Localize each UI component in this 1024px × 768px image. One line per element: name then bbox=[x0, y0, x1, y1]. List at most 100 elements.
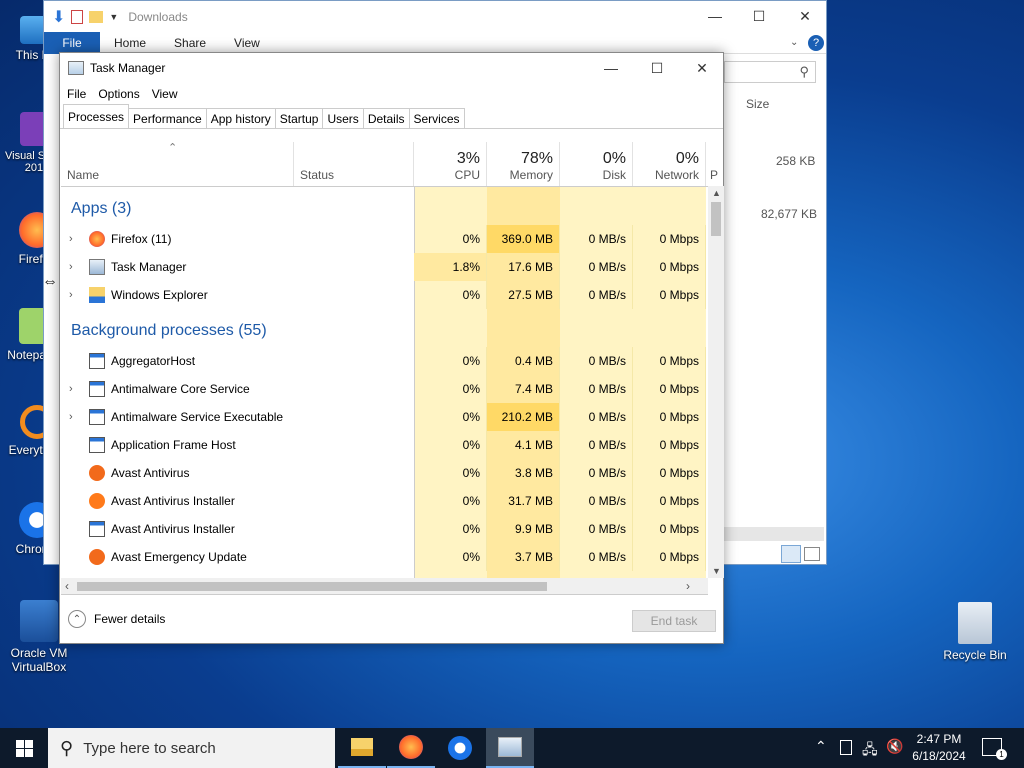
column-header-power[interactable]: P bbox=[706, 142, 724, 186]
tab-performance[interactable]: Performance bbox=[128, 108, 207, 128]
cpu-value: 0% bbox=[414, 543, 487, 571]
expand-chevron-icon[interactable]: › bbox=[69, 225, 73, 253]
task-manager-window[interactable]: Task Manager — ☐ ✕ File Options View Pro… bbox=[59, 52, 724, 644]
fewer-details-button[interactable]: ⌃ Fewer details bbox=[68, 610, 165, 628]
ribbon-tab-view[interactable]: View bbox=[234, 36, 260, 50]
process-list[interactable]: Apps (3) › Firefox (11) 0% 369.0 MB 0 MB… bbox=[61, 186, 708, 578]
task-manager-icon bbox=[68, 61, 84, 75]
properties-icon[interactable] bbox=[71, 9, 84, 24]
disk-value: 0 MB/s bbox=[560, 347, 633, 375]
column-header-name[interactable]: Name bbox=[61, 142, 294, 186]
desktop-icon-recycle-bin[interactable]: Recycle Bin bbox=[938, 602, 1012, 662]
tm-close-button[interactable]: ✕ bbox=[679, 53, 725, 83]
maximize-button[interactable]: ☐ bbox=[736, 1, 782, 31]
avast-icon bbox=[89, 465, 105, 481]
disk-value: 0 MB/s bbox=[560, 431, 633, 459]
search-placeholder: Type here to search bbox=[83, 739, 216, 757]
minimize-button[interactable]: — bbox=[692, 1, 738, 31]
service-window-icon bbox=[89, 437, 105, 453]
table-row[interactable]: › Windows Explorer 0% 27.5 MB 0 MB/s 0 M… bbox=[61, 281, 708, 309]
column-header-cpu[interactable]: 3% CPU bbox=[414, 142, 487, 186]
chevron-down-icon[interactable]: ⌄ bbox=[790, 37, 798, 48]
table-row[interactable]: › Antimalware Core Service 0% 7.4 MB 0 M… bbox=[61, 375, 708, 403]
taskbar-task-manager[interactable] bbox=[486, 728, 534, 768]
taskbar-file-explorer[interactable] bbox=[338, 728, 386, 768]
expand-chevron-icon[interactable]: › bbox=[69, 403, 73, 431]
network-value: 0 Mbps bbox=[633, 431, 706, 459]
tm-maximize-button[interactable]: ☐ bbox=[634, 53, 680, 83]
table-row[interactable]: › Antimalware Service Executable 0% 210.… bbox=[61, 403, 708, 431]
scroll-down-icon[interactable]: ▼ bbox=[712, 566, 721, 576]
column-header-network[interactable]: 0% Network bbox=[633, 142, 706, 186]
table-row[interactable]: AggregatorHost 0% 0.4 MB 0 MB/s 0 Mbps bbox=[61, 347, 708, 375]
process-name: Avast Emergency Update bbox=[111, 550, 247, 564]
tab-app-history[interactable]: App history bbox=[205, 108, 276, 128]
cpu-value: 0% bbox=[414, 459, 487, 487]
search-box[interactable]: ⚲ bbox=[724, 61, 816, 83]
table-row[interactable]: › Task Manager 1.8% 17.6 MB 0 MB/s 0 Mbp… bbox=[61, 253, 708, 281]
table-row[interactable]: Avast Emergency Update 0% 3.7 MB 0 MB/s … bbox=[61, 543, 708, 571]
menu-file[interactable]: File bbox=[67, 87, 86, 101]
process-name: Firefox (11) bbox=[111, 232, 172, 246]
taskbar-search-box[interactable]: ⚲ Type here to search bbox=[48, 728, 335, 768]
clock[interactable]: 2:47 PM 6/18/2024 bbox=[908, 731, 970, 765]
column-header-status[interactable]: Status bbox=[294, 142, 414, 186]
network-value: 0 Mbps bbox=[633, 459, 706, 487]
chrome-icon bbox=[448, 736, 472, 760]
memory-value: 17.6 MB bbox=[487, 253, 560, 281]
table-row[interactable]: Avast Antivirus Installer 0% 31.7 MB 0 M… bbox=[61, 487, 708, 515]
chevron-down-icon[interactable]: ▼ bbox=[109, 12, 118, 22]
scroll-thumb[interactable] bbox=[77, 582, 547, 591]
column-header-disk[interactable]: 0% Disk bbox=[560, 142, 633, 186]
table-row[interactable]: Avast Antivirus 0% 3.8 MB 0 MB/s 0 Mbps bbox=[61, 459, 708, 487]
tray-chevron-up-icon[interactable]: ⌃ bbox=[815, 738, 827, 755]
taskbar-firefox[interactable] bbox=[387, 728, 435, 768]
taskbar-chrome[interactable] bbox=[436, 728, 484, 768]
tab-processes[interactable]: Processes bbox=[63, 104, 130, 128]
table-row[interactable]: › Firefox (11) 0% 369.0 MB 0 MB/s 0 Mbps bbox=[61, 225, 708, 253]
tm-minimize-button[interactable]: — bbox=[588, 53, 634, 83]
disk-value: 0 MB/s bbox=[560, 403, 633, 431]
tab-services[interactable]: Services bbox=[408, 108, 465, 128]
start-button[interactable] bbox=[0, 728, 48, 768]
ribbon-tab-share[interactable]: Share bbox=[174, 36, 206, 50]
size-column-header[interactable]: Size bbox=[746, 97, 769, 111]
scroll-left-icon[interactable]: ‹ bbox=[65, 579, 69, 593]
notification-center-button[interactable]: 1 bbox=[982, 738, 1007, 760]
search-icon: ⚲ bbox=[60, 737, 74, 758]
tab-users[interactable]: Users bbox=[322, 108, 364, 128]
ribbon-tab-file[interactable]: File bbox=[44, 31, 100, 54]
expand-chevron-icon[interactable]: › bbox=[69, 281, 73, 309]
disk-value: 0 MB/s bbox=[560, 375, 633, 403]
menu-view[interactable]: View bbox=[152, 87, 178, 101]
folder-icon[interactable] bbox=[89, 10, 104, 23]
tray-tablet-icon[interactable] bbox=[840, 740, 852, 755]
scroll-thumb[interactable] bbox=[711, 202, 721, 236]
desktop-icon-label: Recycle Bin bbox=[943, 648, 1007, 662]
disk-value: 0 MB/s bbox=[560, 459, 633, 487]
memory-value: 3.7 MB bbox=[487, 543, 560, 571]
menu-options[interactable]: Options bbox=[98, 87, 139, 101]
horizontal-scrollbar[interactable] bbox=[724, 527, 824, 541]
vertical-scrollbar[interactable]: ▲ ▼ bbox=[708, 186, 724, 578]
network-value: 0 Mbps bbox=[633, 375, 706, 403]
details-view-icon[interactable] bbox=[781, 545, 801, 563]
scroll-up-icon[interactable]: ▲ bbox=[712, 188, 721, 198]
volume-muted-icon[interactable]: 🔇 bbox=[886, 738, 903, 755]
column-header-memory[interactable]: 78% Memory bbox=[487, 142, 560, 186]
process-name: Avast Antivirus bbox=[111, 466, 190, 480]
expand-chevron-icon[interactable]: › bbox=[69, 375, 73, 403]
tab-startup[interactable]: Startup bbox=[274, 108, 324, 128]
network-icon[interactable]: 🖧 bbox=[862, 739, 878, 763]
help-icon[interactable]: ? bbox=[808, 35, 824, 51]
expand-chevron-icon[interactable]: › bbox=[69, 253, 73, 281]
ribbon-tab-home[interactable]: Home bbox=[114, 36, 146, 50]
table-row[interactable]: Avast Antivirus Installer 0% 9.9 MB 0 MB… bbox=[61, 515, 708, 543]
end-task-button[interactable]: End task bbox=[632, 610, 716, 632]
table-row[interactable]: Application Frame Host 0% 4.1 MB 0 MB/s … bbox=[61, 431, 708, 459]
scroll-right-icon[interactable]: › bbox=[686, 579, 690, 593]
tab-details[interactable]: Details bbox=[362, 108, 410, 128]
large-icons-view-icon[interactable] bbox=[804, 547, 820, 561]
close-button[interactable]: ✕ bbox=[782, 1, 828, 31]
horizontal-scrollbar[interactable]: ‹ › bbox=[61, 578, 708, 595]
